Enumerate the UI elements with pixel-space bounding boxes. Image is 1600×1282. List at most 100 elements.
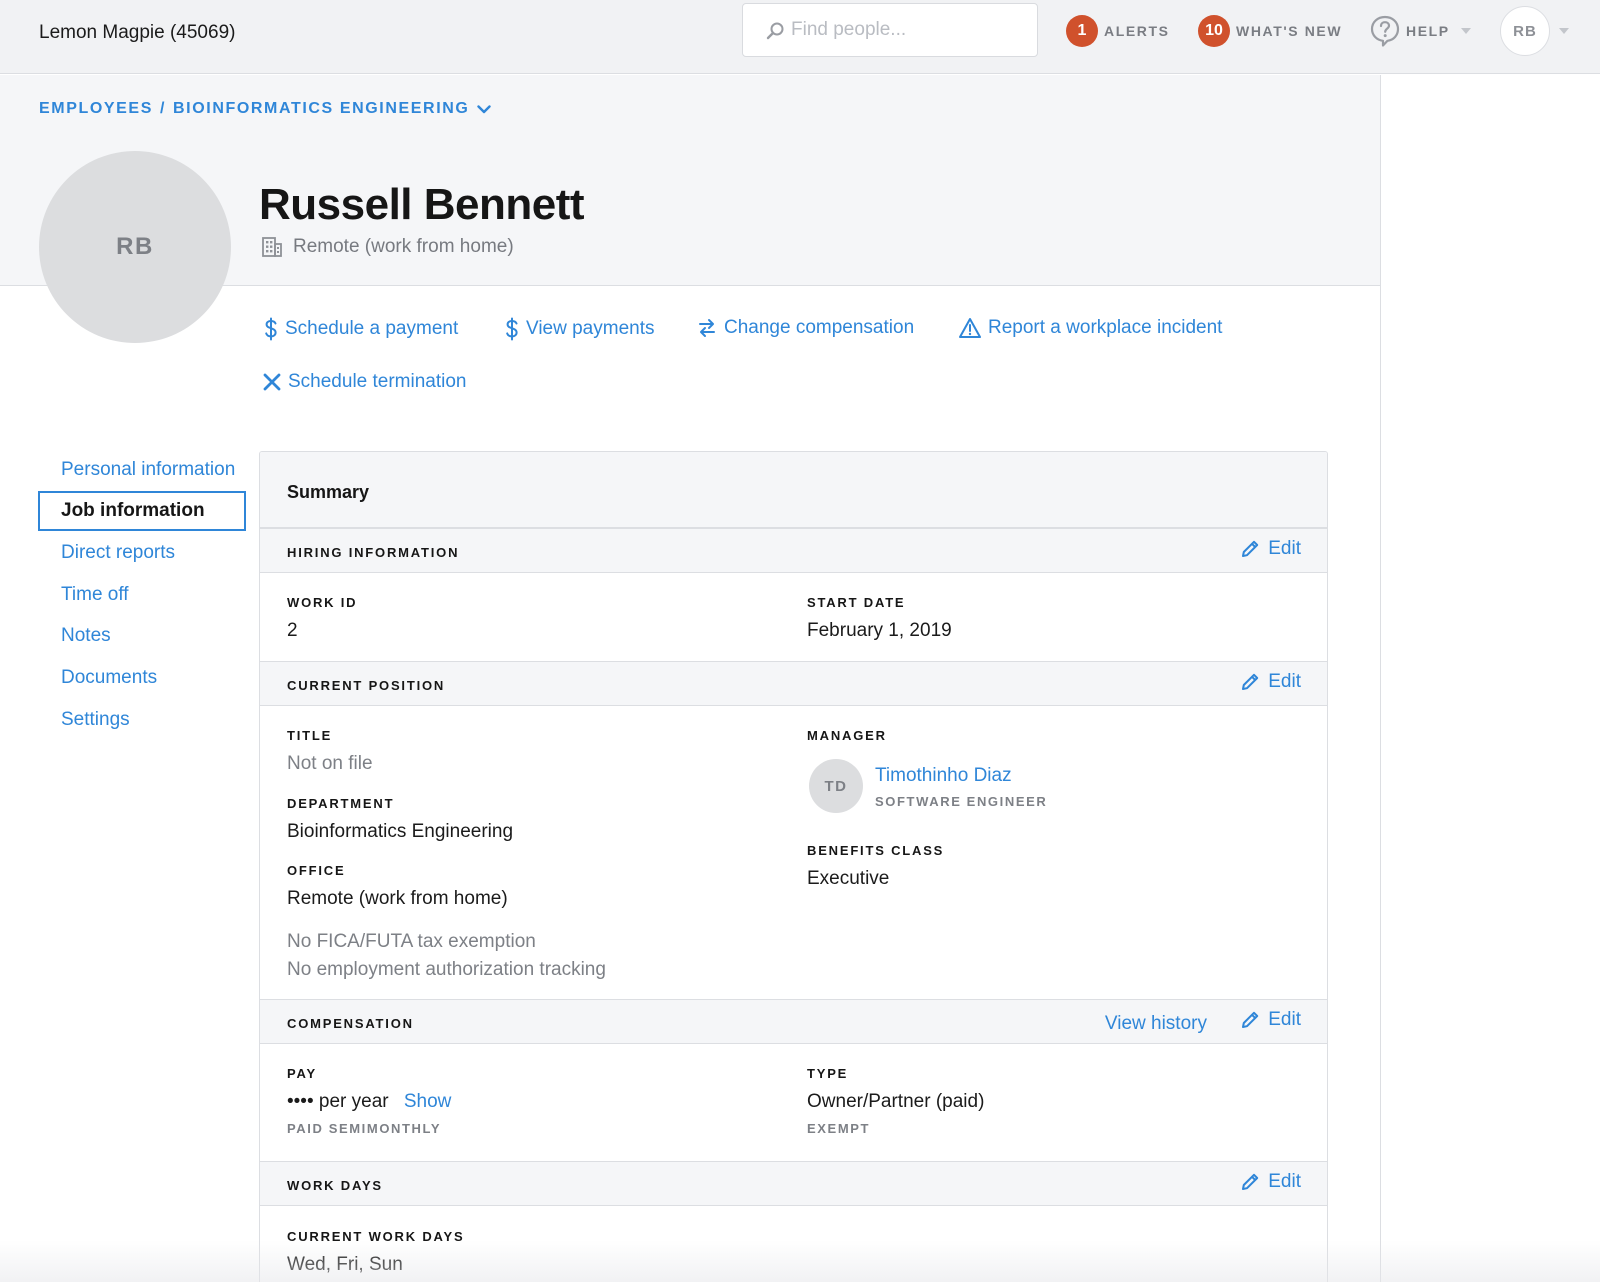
- profile-avatar: RB: [39, 151, 231, 343]
- compensation-title: COMPENSATION: [287, 1016, 414, 1031]
- work-id-value: 2: [287, 620, 298, 641]
- pencil-icon: [1242, 1173, 1259, 1190]
- benefits-class-label: BENEFITS CLASS: [807, 843, 945, 858]
- office-label: OFFICE: [287, 863, 346, 878]
- tax-exemption-note: No FICA/FUTA tax exemption: [287, 931, 536, 952]
- exemption-status: EXEMPT: [807, 1121, 871, 1136]
- job-title-value: Not on file: [287, 753, 373, 774]
- alerts-label: ALERTS: [1104, 23, 1170, 39]
- summary-card: Summary HIRING INFORMATION Edit WORK ID …: [259, 451, 1328, 1282]
- chevron-down-icon[interactable]: [477, 104, 492, 114]
- manager-avatar[interactable]: TD: [809, 759, 863, 813]
- start-date-value: February 1, 2019: [807, 620, 952, 641]
- compensation-header: COMPENSATION View history Edit: [260, 999, 1327, 1044]
- pencil-icon: [1242, 1011, 1259, 1028]
- view-history-link[interactable]: View history: [1105, 1013, 1207, 1035]
- current-work-days-value: Wed, Fri, Sun: [287, 1254, 403, 1275]
- current-position-header: CURRENT POSITION Edit: [260, 661, 1327, 706]
- current-work-days-label: CURRENT WORK DAYS: [287, 1229, 465, 1244]
- pay-masked-amount: •••• per year: [287, 1091, 389, 1112]
- show-pay-link[interactable]: Show: [404, 1091, 452, 1112]
- pay-value: •••• per year Show: [287, 1091, 451, 1113]
- sidenav-item-settings[interactable]: Settings: [38, 700, 246, 740]
- chevron-down-icon: [1460, 28, 1471, 34]
- search-input[interactable]: [791, 14, 1021, 46]
- sidenav-item-personal-information[interactable]: Personal information: [38, 450, 246, 490]
- hiring-information-title: HIRING INFORMATION: [287, 545, 460, 560]
- help-menu-button[interactable]: HELP: [1370, 14, 1472, 48]
- help-label: HELP: [1406, 23, 1450, 39]
- whats-new-label: WHAT'S NEW: [1236, 23, 1343, 39]
- profile-location-text: Remote (work from home): [293, 236, 514, 257]
- edit-label: Edit: [1268, 671, 1301, 692]
- edit-label: Edit: [1268, 1171, 1301, 1192]
- change-compensation-button[interactable]: Change compensation: [697, 317, 914, 339]
- view-payments-label: View payments: [526, 318, 655, 339]
- top-bar: Lemon Magpie (45069) 1 ALERTS 10 WHAT'S …: [0, 0, 1600, 74]
- chevron-down-icon[interactable]: [1558, 27, 1570, 35]
- summary-title: Summary: [287, 482, 370, 502]
- swap-arrows-icon: [699, 319, 715, 337]
- edit-compensation-button[interactable]: Edit: [1240, 1009, 1301, 1031]
- dollar-icon: [506, 317, 518, 341]
- edit-label: Edit: [1268, 538, 1301, 559]
- alerts-count-badge: 1: [1066, 15, 1098, 47]
- search-icon: [766, 22, 784, 40]
- manager-label: MANAGER: [807, 728, 887, 743]
- schedule-payment-button[interactable]: Schedule a payment: [264, 317, 458, 341]
- help-icon: [1370, 15, 1400, 47]
- people-search[interactable]: [742, 3, 1038, 57]
- pencil-icon: [1242, 673, 1259, 690]
- sidenav-item-direct-reports[interactable]: Direct reports: [38, 533, 246, 573]
- employment-authorization-note: No employment authorization tracking: [287, 959, 606, 980]
- whats-new-count-badge: 10: [1198, 15, 1230, 47]
- sidenav-item-notes[interactable]: Notes: [38, 616, 246, 656]
- user-avatar-button[interactable]: RB: [1500, 6, 1550, 56]
- manager-role: SOFTWARE ENGINEER: [875, 794, 1048, 809]
- benefits-class-value: Executive: [807, 868, 890, 889]
- sidenav-item-time-off[interactable]: Time off: [38, 575, 246, 615]
- breadcrumb-department-link[interactable]: BIOINFORMATICS ENGINEERING: [173, 100, 469, 118]
- work-id-label: WORK ID: [287, 595, 358, 610]
- schedule-termination-label: Schedule termination: [288, 371, 467, 392]
- edit-label: Edit: [1268, 1009, 1301, 1030]
- view-payments-button[interactable]: View payments: [505, 317, 655, 341]
- summary-header: Summary: [260, 452, 1327, 528]
- edit-position-button[interactable]: Edit: [1240, 671, 1301, 693]
- manager-name-link[interactable]: Timothinho Diaz: [875, 765, 1012, 787]
- office-value: Remote (work from home): [287, 888, 508, 909]
- type-value: Owner/Partner (paid): [807, 1091, 985, 1112]
- department-value: Bioinformatics Engineering: [287, 821, 514, 842]
- work-days-header: WORK DAYS Edit: [260, 1161, 1327, 1206]
- pay-label: PAY: [287, 1066, 317, 1081]
- breadcrumb-separator: /: [159, 100, 167, 117]
- sidenav-item-job-information[interactable]: Job information: [38, 491, 246, 531]
- breadcrumb-employees-link[interactable]: EMPLOYEES: [39, 100, 153, 118]
- close-icon: [263, 373, 281, 391]
- schedule-termination-button[interactable]: Schedule termination: [263, 371, 467, 393]
- change-compensation-label: Change compensation: [724, 317, 915, 338]
- alerts-button[interactable]: 1 ALERTS: [1066, 14, 1170, 48]
- type-label: TYPE: [807, 1066, 849, 1081]
- warning-triangle-icon: [959, 318, 981, 338]
- work-days-title: WORK DAYS: [287, 1178, 383, 1193]
- report-incident-button[interactable]: Report a workplace incident: [959, 317, 1222, 339]
- building-icon: [262, 237, 282, 257]
- dollar-icon: [265, 317, 277, 341]
- edit-work-days-button[interactable]: Edit: [1240, 1171, 1301, 1193]
- breadcrumb: EMPLOYEES / BIOINFORMATICS ENGINEERING: [39, 100, 492, 118]
- hiring-information-header: HIRING INFORMATION Edit: [260, 528, 1327, 573]
- whats-new-button[interactable]: 10 WHAT'S NEW: [1198, 14, 1342, 48]
- report-incident-label: Report a workplace incident: [988, 317, 1223, 338]
- job-title-label: TITLE: [287, 728, 333, 743]
- start-date-label: START DATE: [807, 595, 906, 610]
- right-divider: [1380, 75, 1381, 1282]
- company-name: Lemon Magpie (45069): [39, 22, 236, 43]
- current-position-title: CURRENT POSITION: [287, 678, 446, 693]
- profile-location: Remote (work from home): [261, 236, 514, 258]
- edit-hiring-button[interactable]: Edit: [1240, 538, 1301, 560]
- sidenav-item-documents[interactable]: Documents: [38, 658, 246, 698]
- schedule-payment-label: Schedule a payment: [285, 318, 459, 339]
- page-title: Russell Bennett: [259, 180, 585, 229]
- pencil-icon: [1242, 540, 1259, 557]
